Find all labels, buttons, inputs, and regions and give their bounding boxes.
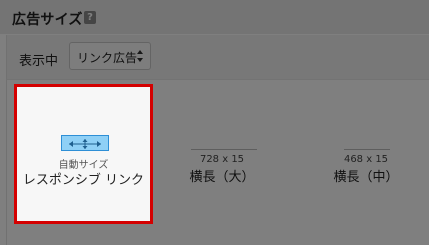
tile-size: 468 x 15 bbox=[343, 154, 389, 165]
size-line bbox=[344, 149, 390, 150]
tile-728x15[interactable]: 728 x 15 横長（大） bbox=[184, 120, 260, 192]
ad-type-select[interactable]: リンク広告 bbox=[69, 42, 151, 70]
tile-responsive-link[interactable]: 自動サイズ レスポンシブ リンク bbox=[14, 84, 153, 224]
help-icon[interactable]: ? bbox=[84, 11, 96, 24]
ad-type-select-value: リンク広告 bbox=[77, 51, 138, 65]
tile-468x15[interactable]: 468 x 15 横長（中） bbox=[323, 120, 409, 192]
tile-label: 横長（大） bbox=[189, 170, 255, 185]
tile-main-label: レスポンシブ リンク bbox=[22, 173, 145, 188]
size-line bbox=[191, 149, 257, 150]
display-label: 表示中 bbox=[19, 54, 59, 69]
tile-size: 728 x 15 bbox=[199, 154, 245, 165]
select-arrows-icon bbox=[137, 50, 143, 62]
section-title: 広告サイズ bbox=[12, 12, 83, 28]
tile-label: 横長（中） bbox=[333, 170, 399, 185]
resize-arrows-icon bbox=[69, 139, 101, 149]
resize-icon bbox=[61, 135, 109, 151]
